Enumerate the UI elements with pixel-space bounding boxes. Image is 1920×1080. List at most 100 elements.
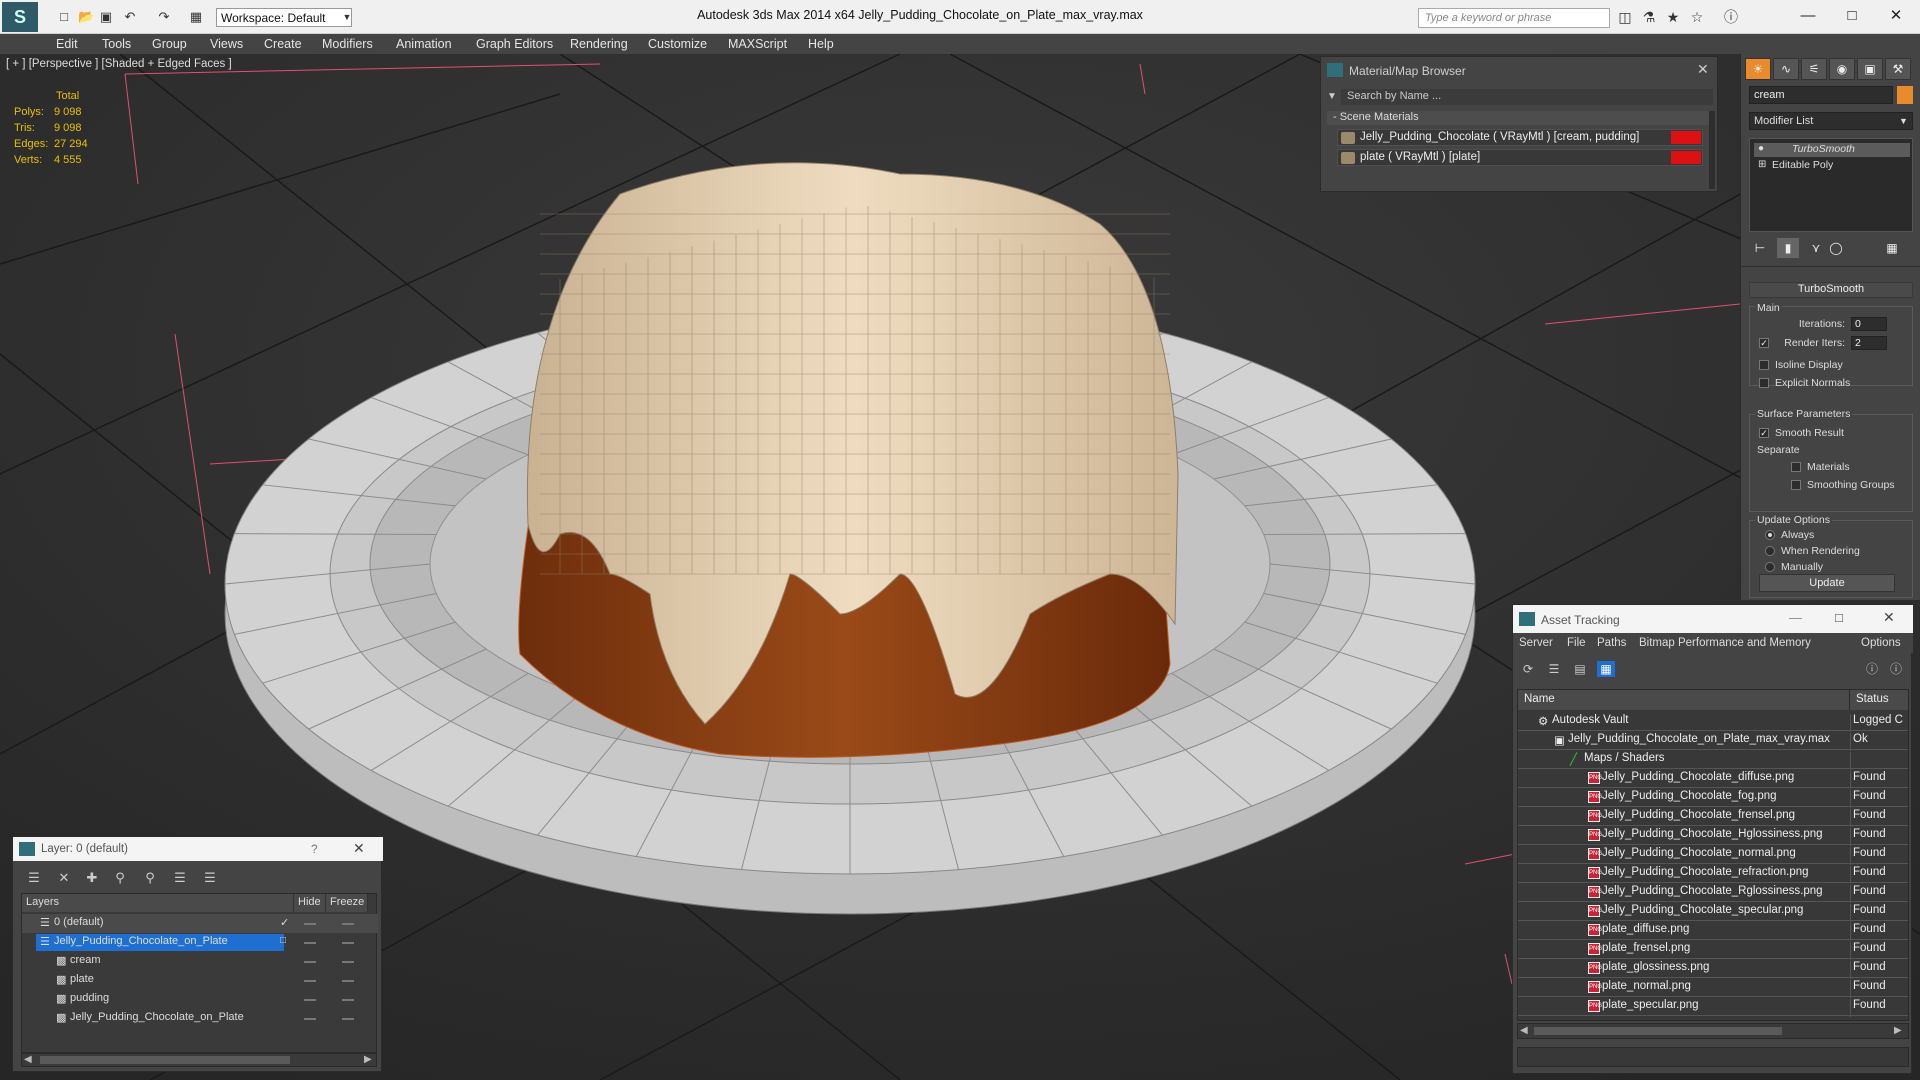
column-header-freeze[interactable]: Freeze [326,894,368,912]
smooth-result-checkbox[interactable]: ✓ [1759,428,1769,438]
binoculars-icon[interactable]: ◫ [1616,8,1634,26]
menu-bitmap-performance[interactable]: Bitmap Performance and Memory [1639,637,1811,649]
render-iters-spinner[interactable]: 2 [1851,336,1887,350]
open-file-icon[interactable]: 📂 [78,9,94,25]
asset-row[interactable]: PNG Jelly_Pudding_Chocolate_refraction.pn… [1518,864,1908,884]
asset-row[interactable]: PNG plate_glossiness.png Found [1518,959,1908,979]
object-name-field[interactable]: cream [1749,86,1893,104]
horizontal-scrollbar[interactable]: ◀ ▶ [1517,1023,1909,1039]
menu-animation[interactable]: Animation [396,37,452,51]
list-view-icon[interactable]: ☰ [1545,661,1563,677]
current-layer-box-icon[interactable]: □ [280,935,286,946]
menu-help[interactable]: Help [808,37,834,51]
asset-row[interactable]: PNG plate_diffuse.png Found [1518,921,1908,941]
subscription-icon[interactable]: ⚗ [1640,8,1658,26]
close-button[interactable]: ✕ [1874,4,1918,28]
search-input[interactable]: Type a keyword or phrase [1418,8,1610,28]
delete-layer-icon[interactable]: ✕ [55,869,73,887]
new-file-icon[interactable]: □ [56,9,72,25]
checkmark-icon[interactable]: ✓ [280,916,289,929]
scene-materials-group[interactable]: - Scene Materials [1327,111,1713,125]
asset-row[interactable]: PNG Jelly_Pudding_Chocolate_fog.png Found [1518,788,1908,808]
minimize-button[interactable]: — [1789,610,1802,625]
isoline-display-checkbox[interactable] [1759,360,1769,370]
close-icon[interactable]: ✕ [1697,61,1709,78]
asset-row[interactable]: PNG Jelly_Pudding_Chocolate_diffuse.png Fo… [1518,769,1908,789]
horizontal-scrollbar[interactable]: ◀ ▶ [21,1053,377,1067]
add-layer-icon[interactable]: ✚ [83,869,101,887]
material-item[interactable]: plate ( VRayMtl ) [plate] [1337,149,1703,166]
select-layer-icon[interactable]: ⚲ [141,869,159,887]
display-tab-icon[interactable]: ▣ [1857,58,1883,80]
refresh-icon[interactable]: ⟳ [1519,661,1537,677]
modifier-list-dropdown[interactable]: Modifier List [1749,112,1913,130]
show-end-result-icon[interactable]: ▮ [1777,238,1799,258]
menu-views[interactable]: Views [210,37,243,51]
scroll-left-icon[interactable]: ◀ [24,1054,32,1065]
chevron-down-icon[interactable]: ▼ [340,8,354,27]
asset-row[interactable]: ▣ Jelly_Pudding_Chocolate_on_Plate_max_vr… [1518,731,1908,751]
undo-icon[interactable]: ↶ [122,9,138,25]
pin-stack-icon[interactable]: ⊢ [1749,238,1771,258]
remove-modifier-icon[interactable]: ◯ [1825,238,1847,258]
scrollbar-thumb[interactable] [40,1056,290,1064]
make-unique-icon[interactable]: ⋎ [1805,238,1827,258]
explicit-normals-checkbox[interactable] [1759,378,1769,388]
asset-row[interactable]: PNG plate_specular.png Found [1518,997,1908,1017]
material-search-input[interactable]: Search by Name ... [1341,89,1713,105]
menu-edit[interactable]: Edit [56,37,78,51]
stack-item-turbosmooth[interactable]: ● TurboSmooth [1754,143,1910,157]
materials-checkbox[interactable] [1791,462,1801,472]
create-tab-icon[interactable]: ☀ [1745,58,1771,80]
favorites-star-icon[interactable]: ☆ [1688,8,1706,26]
highlight-selected-icon[interactable]: ☰ [171,869,189,887]
minimize-button[interactable]: — [1786,4,1830,28]
scroll-right-icon[interactable]: ▶ [364,1054,372,1065]
help-question-icon[interactable]: ? [311,842,318,856]
close-button[interactable]: ✕ [1883,609,1895,626]
help-icon[interactable]: ⓘ [1722,8,1740,26]
hide-all-layers-icon[interactable]: ☰ [201,869,219,887]
lightbulb-icon[interactable]: ● [1758,143,1764,154]
scroll-right-icon[interactable]: ▶ [1894,1025,1902,1036]
select-highlighted-icon[interactable]: ⚲ [111,869,129,887]
column-header-layers[interactable]: Layers [22,894,294,912]
menu-rendering[interactable]: Rendering [570,37,628,51]
scroll-left-icon[interactable]: ◀ [1520,1025,1528,1036]
asset-row[interactable]: PNG Jelly_Pudding_Chocolate_specular.png F… [1518,902,1908,922]
asset-row[interactable]: ╱ Maps / Shaders [1518,750,1908,770]
always-radio[interactable] [1765,530,1775,540]
app-logo-icon[interactable]: S [2,2,38,32]
asset-row[interactable]: PNG plate_frensel.png Found [1518,940,1908,960]
maximize-button[interactable]: □ [1830,4,1874,28]
menu-graph-editors[interactable]: Graph Editors [476,37,553,51]
configure-sets-icon[interactable]: ▦ [1881,238,1903,258]
maximize-button[interactable]: □ [1835,610,1843,625]
layer-row[interactable]: ☰ Jelly_Pudding_Chocolate_on_Plate □ [22,933,378,952]
layer-row[interactable]: ▩ cream [22,952,378,971]
column-header-status[interactable]: Status [1850,690,1908,710]
layer-row[interactable]: ▩ pudding [22,990,378,1009]
project-folder-icon[interactable]: ▦ [188,9,204,25]
utilities-tab-icon[interactable]: ⚒ [1885,58,1911,80]
render-iters-checkbox[interactable]: ✓ [1759,338,1769,348]
scrollbar[interactable] [1709,111,1715,189]
options-chevron-icon[interactable]: ▼ [1327,91,1337,102]
menu-group[interactable]: Group [152,37,187,51]
menu-file[interactable]: File [1567,637,1586,649]
communication-icon[interactable]: ★ [1664,8,1682,26]
manually-radio[interactable] [1765,562,1775,572]
chevron-down-icon[interactable]: ▼ [1899,116,1908,126]
update-button[interactable]: Update [1759,574,1895,592]
workspace-dropdown[interactable]: Workspace: Default [216,8,352,27]
when-rendering-radio[interactable] [1765,546,1775,556]
column-header-hide[interactable]: Hide [294,894,326,912]
asset-row[interactable]: ⚙ Autodesk Vault Logged C [1518,712,1908,732]
asset-row[interactable]: PNG Jelly_Pudding_Chocolate_Hglossiness.p… [1518,826,1908,846]
column-header-name[interactable]: Name [1518,690,1850,710]
layer-properties-icon[interactable]: ☰ [25,869,43,887]
layer-row[interactable]: ▩ plate [22,971,378,990]
help-icon[interactable]: ⓘ [1863,661,1881,677]
menu-maxscript[interactable]: MAXScript [728,37,787,51]
menu-options[interactable]: Options [1861,637,1901,649]
